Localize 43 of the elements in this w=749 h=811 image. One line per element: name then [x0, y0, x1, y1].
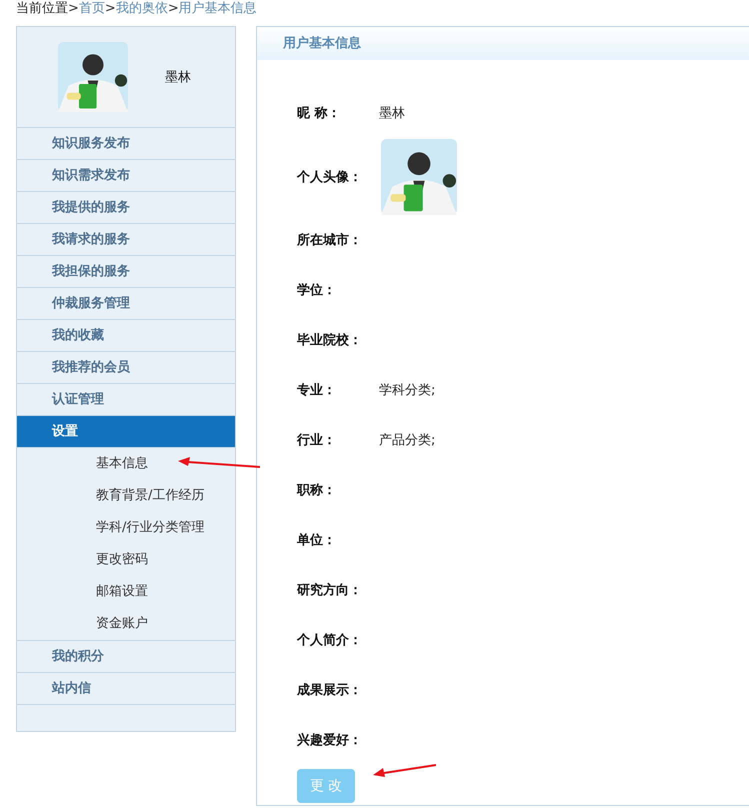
breadcrumb-separator: >: [168, 0, 179, 18]
field-value: 墨林: [379, 105, 405, 122]
submenu-item[interactable]: 资金账户: [17, 608, 235, 640]
field-label: 所在城市：: [297, 232, 363, 249]
breadcrumb-link[interactable]: 首页: [78, 0, 105, 18]
menu-item[interactable]: 设置: [17, 416, 235, 448]
submenu-item[interactable]: 邮箱设置: [17, 576, 235, 608]
breadcrumb-separator: >: [68, 0, 79, 18]
panel-title: 用户基本信息: [283, 36, 361, 51]
field-label: 专业：: [297, 382, 337, 399]
submenu-item[interactable]: 学科/行业分类管理: [17, 512, 235, 544]
menu-item[interactable]: 仲裁服务管理: [17, 288, 235, 320]
menu-item[interactable]: 我的积分: [17, 641, 235, 673]
field-label: 单位：: [297, 532, 337, 549]
menu-item[interactable]: 我提供的服务: [17, 192, 235, 224]
user-name: 墨林: [165, 69, 191, 86]
field-value: 学科分类;: [379, 382, 436, 399]
field-label: 兴趣爱好：: [297, 732, 363, 749]
submenu-item[interactable]: 更改密码: [17, 544, 235, 576]
submenu-item[interactable]: 基本信息: [17, 448, 235, 480]
submenu-item[interactable]: 教育背景/工作经历: [17, 480, 235, 512]
field-label: 毕业院校：: [297, 332, 363, 349]
field-label: 职称：: [297, 482, 337, 499]
menu-item[interactable]: 知识需求发布: [17, 160, 235, 192]
menu-item[interactable]: 我担保的服务: [17, 256, 235, 288]
field-label: 成果展示：: [297, 682, 363, 699]
breadcrumb-link[interactable]: 用户基本信息: [178, 0, 257, 18]
menu-item[interactable]: 我推荐的会员: [17, 352, 235, 384]
breadcrumb-separator: >: [104, 0, 116, 18]
field-label: 昵 称：: [297, 105, 342, 122]
menu-item[interactable]: 我的收藏: [17, 320, 235, 352]
menu-item[interactable]: 我请求的服务: [17, 224, 235, 256]
field-label: 个人简介：: [297, 632, 363, 649]
menu-item[interactable]: 站内信: [17, 673, 235, 705]
menu-item[interactable]: 知识服务发布: [17, 128, 235, 160]
field-label: 行业：: [297, 432, 337, 449]
arrow: [372, 764, 436, 778]
breadcrumb-link[interactable]: 我的奥依: [116, 0, 168, 18]
field-value: 产品分类;: [379, 432, 436, 449]
field-label: 个人头像：: [297, 168, 363, 186]
breadcrumb-label: 当前位置: [16, 0, 68, 18]
field-label: 学位：: [297, 282, 337, 299]
field-label: 研究方向：: [297, 582, 363, 599]
